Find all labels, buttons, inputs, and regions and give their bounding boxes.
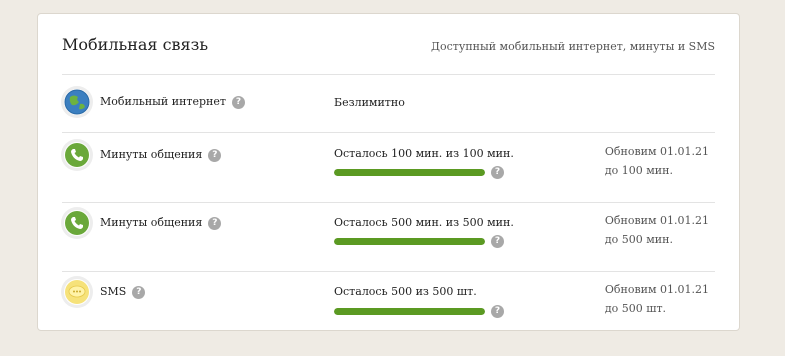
- help-icon[interactable]: ?: [491, 305, 504, 318]
- progress-track: [334, 308, 485, 315]
- remaining-text: Осталось 500 из 500 шт.: [334, 285, 477, 298]
- globe-icon: [64, 89, 90, 115]
- progress-bar: ?: [334, 305, 504, 318]
- progress-fill: [334, 238, 485, 245]
- service-row-internet: Мобильный интернет? Безлимитно: [62, 74, 715, 133]
- renew-date: Обновим 01.01.21: [604, 283, 709, 296]
- progress-bar: ?: [334, 235, 504, 248]
- renew-info: Обновим 01.01.21 до 500 мин.: [605, 211, 709, 249]
- renew-amount: до 500 мин.: [604, 233, 673, 246]
- mobile-services-card: Мобильная связь Доступный мобильный инте…: [37, 13, 740, 331]
- service-value: Безлимитно: [334, 96, 405, 109]
- service-label-text: SMS: [100, 285, 127, 298]
- service-label: Мобильный интернет?: [100, 95, 245, 109]
- card-header: Мобильная связь Доступный мобильный инте…: [62, 14, 715, 75]
- service-row-minutes-500: Минуты общения? Осталось 500 мин. из 500…: [62, 202, 715, 272]
- progress-fill: [334, 169, 485, 176]
- sms-icon: [64, 279, 90, 305]
- renew-amount: до 500 шт.: [604, 302, 667, 315]
- help-icon[interactable]: ?: [208, 216, 222, 230]
- help-icon[interactable]: ?: [491, 166, 504, 179]
- phone-icon: [64, 210, 90, 236]
- remaining-text: Осталось 100 мин. из 100 мин.: [334, 147, 514, 160]
- card-subtitle: Доступный мобильный интернет, минуты и S…: [431, 40, 715, 53]
- help-icon[interactable]: ?: [208, 148, 222, 162]
- renew-date: Обновим 01.01.21: [604, 214, 709, 227]
- progress-fill: [334, 308, 485, 315]
- renew-info: Обновим 01.01.21 до 100 мин.: [605, 142, 709, 180]
- renew-amount: до 100 мин.: [604, 164, 673, 177]
- service-label-text: Минуты общения: [100, 216, 203, 229]
- renew-date: Обновим 01.01.21: [604, 145, 709, 158]
- phone-icon: [64, 142, 90, 168]
- renew-info: Обновим 01.01.21 до 500 шт.: [605, 280, 709, 318]
- service-row-sms: SMS? Осталось 500 из 500 шт. ? Обновим 0…: [62, 271, 715, 331]
- progress-track: [334, 238, 485, 245]
- service-label: SMS?: [100, 285, 146, 299]
- service-label: Минуты общения?: [100, 216, 222, 230]
- service-label-text: Мобильный интернет: [100, 95, 226, 108]
- service-label: Минуты общения?: [100, 148, 222, 162]
- help-icon[interactable]: ?: [231, 95, 245, 109]
- progress-track: [334, 169, 485, 176]
- progress-bar: ?: [334, 166, 504, 179]
- service-row-minutes-100: Минуты общения? Осталось 100 мин. из 100…: [62, 132, 715, 203]
- remaining-text: Осталось 500 мин. из 500 мин.: [334, 216, 514, 229]
- help-icon[interactable]: ?: [132, 285, 146, 299]
- card-title: Мобильная связь: [62, 35, 209, 54]
- service-label-text: Минуты общения: [100, 148, 203, 161]
- help-icon[interactable]: ?: [491, 235, 504, 248]
